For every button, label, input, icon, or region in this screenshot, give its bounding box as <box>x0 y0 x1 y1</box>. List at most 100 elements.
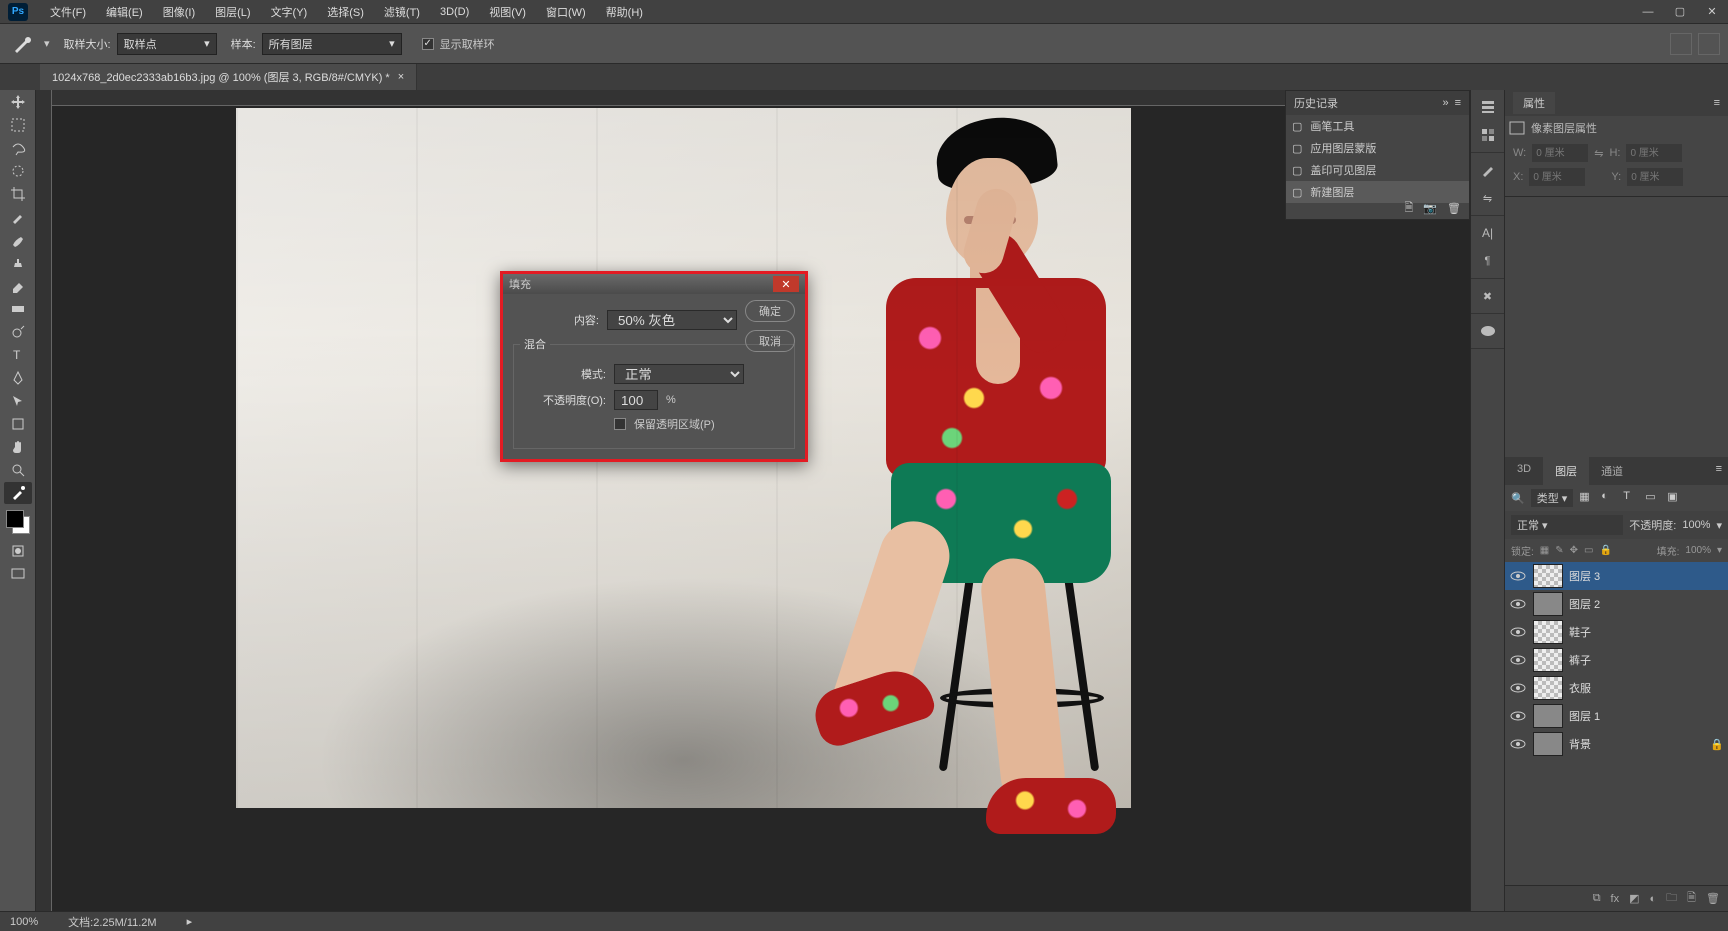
close-window-button[interactable]: ✕ <box>1696 0 1728 24</box>
brush-tool[interactable] <box>4 229 32 251</box>
visibility-toggle[interactable] <box>1509 679 1527 697</box>
delete-layer-icon[interactable]: 🗑 <box>1706 892 1720 905</box>
lock-artboard-icon[interactable]: ▭ <box>1584 545 1593 556</box>
lasso-tool[interactable] <box>4 137 32 159</box>
canvas-area[interactable] <box>36 90 1470 911</box>
sample-select[interactable]: 所有图层▾ <box>262 33 402 55</box>
layer-thumbnail[interactable] <box>1533 732 1563 756</box>
paragraph-panel-toggle[interactable]: ¶ <box>1478 252 1498 270</box>
layer-name[interactable]: 衣服 <box>1569 680 1724 696</box>
layer-row[interactable]: 图层 2 <box>1505 590 1728 618</box>
zoom-level[interactable]: 100% <box>10 916 38 928</box>
zoom-tool[interactable] <box>4 459 32 481</box>
hand-tool[interactable] <box>4 436 32 458</box>
history-step[interactable]: ▢画笔工具 <box>1286 115 1469 137</box>
visibility-toggle[interactable] <box>1509 623 1527 641</box>
fill-value[interactable]: 100% <box>1685 545 1711 556</box>
show-sampling-ring-checkbox[interactable] <box>422 38 434 50</box>
filter-adjust-icon[interactable]: ◐ <box>1601 490 1617 506</box>
menu-edit[interactable]: 编辑(E) <box>96 4 153 20</box>
layer-row[interactable]: 裤子 <box>1505 646 1728 674</box>
properties-tab[interactable]: 属性 <box>1513 92 1555 114</box>
layer-row[interactable]: 鞋子 <box>1505 618 1728 646</box>
dodge-tool[interactable] <box>4 321 32 343</box>
type-tool[interactable]: T <box>4 344 32 366</box>
filter-kind-select[interactable]: 类型 ▾ <box>1531 489 1574 507</box>
arrange-docs-button[interactable] <box>1670 33 1692 55</box>
link-layers-icon[interactable]: ⧉ <box>1593 892 1601 905</box>
maximize-button[interactable]: ▢ <box>1664 0 1696 24</box>
history-panel-toggle[interactable] <box>1478 98 1498 116</box>
opacity-value[interactable]: 100% <box>1682 519 1710 531</box>
new-layer-icon[interactable]: 🗎 <box>1687 889 1696 908</box>
panel-menu-icon[interactable]: ≡ <box>1455 97 1461 109</box>
filter-smart-icon[interactable]: ▣ <box>1667 490 1683 506</box>
layer-name[interactable]: 背景 <box>1569 736 1704 752</box>
new-group-icon[interactable]: 🗀 <box>1666 889 1677 908</box>
layer-row[interactable]: 图层 1 <box>1505 702 1728 730</box>
visibility-toggle[interactable] <box>1509 567 1527 585</box>
visibility-toggle[interactable] <box>1509 595 1527 613</box>
layer-row[interactable]: 背景🔒 <box>1505 730 1728 758</box>
menu-view[interactable]: 视图(V) <box>479 4 536 20</box>
layer-thumbnail[interactable] <box>1533 676 1563 700</box>
color-swatches[interactable] <box>6 510 30 534</box>
screen-mode-button[interactable] <box>1698 33 1720 55</box>
add-mask-icon[interactable]: ◩ <box>1629 892 1639 905</box>
menu-layer[interactable]: 图层(L) <box>205 4 260 20</box>
blend-mode-select[interactable]: 正常 ▾ <box>1511 515 1623 535</box>
shape-tool[interactable] <box>4 413 32 435</box>
swatches-panel-toggle[interactable] <box>1478 126 1498 144</box>
marquee-tool[interactable] <box>4 114 32 136</box>
menu-3d[interactable]: 3D(D) <box>430 6 479 18</box>
screen-mode-tool[interactable] <box>4 563 32 585</box>
history-step[interactable]: ▢应用图层蒙版 <box>1286 137 1469 159</box>
menu-window[interactable]: 窗口(W) <box>536 4 596 20</box>
layer-thumbnail[interactable] <box>1533 704 1563 728</box>
layer-name[interactable]: 鞋子 <box>1569 624 1724 640</box>
preserve-transparency-checkbox[interactable] <box>614 418 626 430</box>
y-field[interactable]: 0 厘米 <box>1627 168 1683 186</box>
visibility-toggle[interactable] <box>1509 651 1527 669</box>
character-panel-toggle[interactable]: A| <box>1478 224 1498 242</box>
color-sampler-tool[interactable] <box>4 482 32 504</box>
close-tab-icon[interactable]: × <box>398 71 404 83</box>
libraries-panel-toggle[interactable] <box>1478 322 1498 340</box>
history-tab[interactable]: 历史记录 <box>1294 95 1338 111</box>
tab-layers[interactable]: 图层 <box>1543 457 1589 485</box>
adjustment-layer-icon[interactable]: ◐ <box>1650 893 1657 905</box>
menu-type[interactable]: 文字(Y) <box>261 4 318 20</box>
visibility-toggle[interactable] <box>1509 707 1527 725</box>
filter-type-icon[interactable]: T <box>1623 490 1639 506</box>
snapshot-icon[interactable]: 📷 <box>1423 202 1437 215</box>
panel-menu-icon[interactable]: ≡ <box>1714 97 1720 109</box>
create-document-icon[interactable]: 🗎 <box>1404 199 1413 218</box>
layer-name[interactable]: 图层 3 <box>1569 568 1724 584</box>
pen-tool[interactable] <box>4 367 32 389</box>
crop-tool[interactable] <box>4 183 32 205</box>
content-select[interactable]: 50% 灰色 <box>607 310 737 330</box>
filter-pixel-icon[interactable]: ▦ <box>1579 490 1595 506</box>
menu-filter[interactable]: 滤镜(T) <box>374 4 430 20</box>
layer-name[interactable]: 图层 1 <box>1569 708 1724 724</box>
gradient-tool[interactable] <box>4 298 32 320</box>
tool-preset-picker[interactable] <box>8 30 36 58</box>
document-tab[interactable]: 1024x768_2d0ec2333ab16b3.jpg @ 100% (图层 … <box>40 64 417 90</box>
opacity-input[interactable] <box>614 390 658 410</box>
lock-position-icon[interactable]: ✥ <box>1570 545 1578 556</box>
menu-file[interactable]: 文件(F) <box>40 4 96 20</box>
eyedropper-tool[interactable] <box>4 206 32 228</box>
lock-all-icon[interactable]: 🔒 <box>1599 545 1611 556</box>
mode-select[interactable]: 正常 <box>614 364 744 384</box>
layer-name[interactable]: 图层 2 <box>1569 596 1724 612</box>
ok-button[interactable]: 确定 <box>745 300 795 322</box>
menu-image[interactable]: 图像(I) <box>153 4 205 20</box>
x-field[interactable]: 0 厘米 <box>1529 168 1585 186</box>
delete-history-icon[interactable]: 🗑 <box>1447 202 1461 215</box>
quick-mask-tool[interactable] <box>4 540 32 562</box>
dialog-titlebar[interactable]: 填充 ✕ <box>503 274 805 294</box>
menu-select[interactable]: 选择(S) <box>317 4 374 20</box>
filter-shape-icon[interactable]: ▭ <box>1645 490 1661 506</box>
layer-thumbnail[interactable] <box>1533 592 1563 616</box>
visibility-toggle[interactable] <box>1509 735 1527 753</box>
